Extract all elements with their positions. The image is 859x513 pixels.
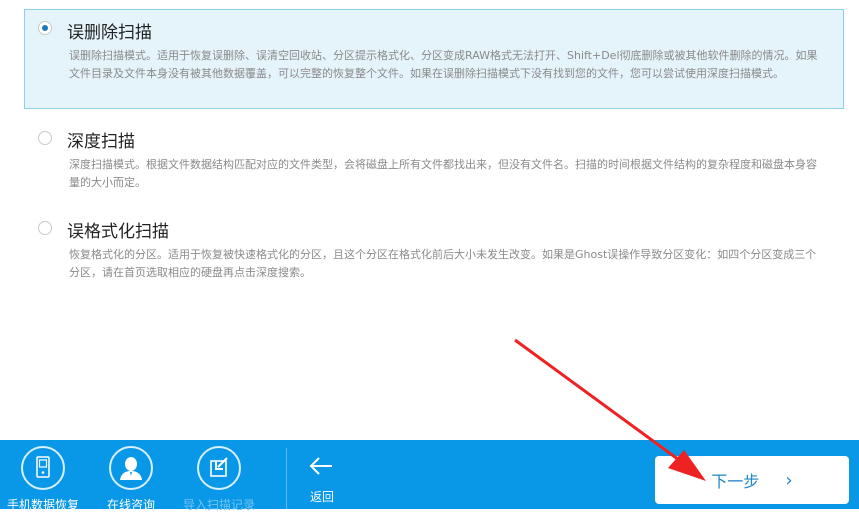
tool-label: 手机数据恢复 [6,498,79,512]
chevron-right-icon: › [785,469,793,491]
scan-mode-deleted[interactable]: 误删除扫描 误删除扫描模式。适用于恢复误删除、误清空回收站、分区提示格式化、分区… [24,9,844,109]
phone-icon [21,446,65,490]
radio-dot-icon [42,25,48,31]
next-button[interactable]: 下一步 › [655,456,849,504]
radio-format-scan[interactable] [38,221,52,235]
back-button[interactable]: 返回 [300,454,344,505]
person-icon [109,446,153,490]
scan-mode-title: 误格式化扫描 [67,222,169,242]
import-icon [197,446,241,490]
scan-mode-title: 深度扫描 [67,132,135,152]
scan-mode-description: 恢复格式化的分区。适用于恢复被快速格式化的分区，且这个分区在格式化前后大小未发生… [69,248,817,279]
online-consult-button[interactable]: 在线咨询 [86,446,176,513]
bottom-toolbar: 手机数据恢复 在线咨询 导入扫描记录 返回 下一步 › [0,440,859,512]
back-label: 返回 [309,490,334,504]
scan-mode-deep[interactable]: 深度扫描 深度扫描模式。根据文件数据结构匹配对应的文件类型，会将磁盘上所有文件都… [24,118,844,198]
import-scan-record-button[interactable]: 导入扫描记录 [174,446,264,513]
tool-label: 导入扫描记录 [182,498,255,512]
next-label: 下一步 [711,472,760,491]
radio-deleted-scan[interactable] [38,21,52,35]
scan-mode-title: 误删除扫描 [67,23,152,43]
toolbar-divider [286,448,287,509]
scan-mode-description: 深度扫描模式。根据文件数据结构匹配对应的文件类型，会将磁盘上所有文件都找出来，但… [69,158,817,189]
tool-label: 在线咨询 [106,498,155,512]
scan-mode-format[interactable]: 误格式化扫描 恢复格式化的分区。适用于恢复被快速格式化的分区，且这个分区在格式化… [24,208,844,288]
scan-mode-description: 误删除扫描模式。适用于恢复误删除、误清空回收站、分区提示格式化、分区变成RAW格… [69,49,818,80]
radio-deep-scan[interactable] [38,131,52,145]
phone-recovery-button[interactable]: 手机数据恢复 [0,446,88,513]
back-arrow-icon [309,457,332,475]
